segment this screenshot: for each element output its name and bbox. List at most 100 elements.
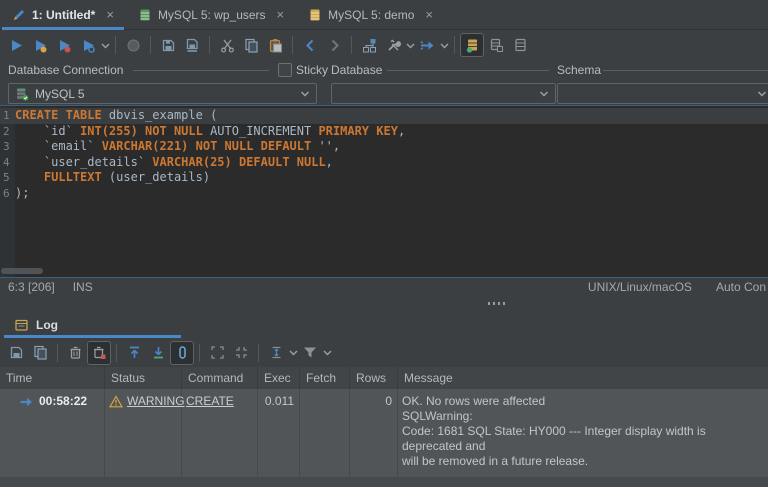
close-icon[interactable]: × bbox=[106, 7, 114, 22]
filter-button[interactable] bbox=[298, 341, 322, 365]
copy-button[interactable] bbox=[239, 33, 263, 57]
previous-button[interactable] bbox=[298, 33, 322, 57]
tools-button[interactable] bbox=[381, 33, 405, 57]
warning-icon bbox=[109, 395, 123, 408]
close-icon[interactable]: × bbox=[277, 7, 285, 22]
expand-cells-button[interactable] bbox=[205, 341, 229, 365]
code-line[interactable]: 1 CREATE TABLE dbvis_example ( bbox=[0, 108, 768, 124]
toolbar-separator bbox=[351, 36, 352, 54]
code-line[interactable]: 6); bbox=[0, 186, 768, 202]
code-segment: CREATE TABLE bbox=[15, 108, 102, 122]
editor-tab-bar: 1: Untitled* × MySQL 5: wp_users × MySQL… bbox=[0, 0, 768, 30]
code-line[interactable]: 4 `user_details` VARCHAR(25) DEFAULT NUL… bbox=[0, 155, 768, 171]
toolbar-separator bbox=[292, 36, 293, 54]
next-button[interactable] bbox=[322, 33, 346, 57]
tab-wp-users[interactable]: MySQL 5: wp_users × bbox=[126, 0, 296, 29]
execute-explain-button[interactable] bbox=[52, 33, 76, 57]
save-log-button[interactable] bbox=[4, 341, 28, 365]
close-icon[interactable]: × bbox=[425, 7, 433, 22]
redirect-output-button[interactable] bbox=[415, 33, 439, 57]
save-as-button[interactable] bbox=[180, 33, 204, 57]
line-number: 2 bbox=[3, 124, 10, 138]
clear-log-button[interactable] bbox=[63, 341, 87, 365]
chevron-down-icon[interactable] bbox=[440, 42, 449, 49]
tab-log[interactable]: Log bbox=[0, 311, 185, 338]
log-message-line: OK. No rows were affected bbox=[402, 394, 546, 408]
connection-select[interactable]: MySQL 5 bbox=[8, 83, 317, 104]
chevron-down-icon bbox=[539, 90, 549, 98]
tab-label: 1: Untitled* bbox=[32, 7, 96, 22]
copy-log-button[interactable] bbox=[28, 341, 52, 365]
column-header-fetch[interactable]: Fetch bbox=[300, 367, 350, 389]
tail-mode-toggle[interactable] bbox=[170, 340, 194, 365]
auto-commit-indicator[interactable]: Auto Con bbox=[716, 280, 766, 294]
chevron-down-icon bbox=[300, 90, 310, 98]
log-fetch-time bbox=[300, 389, 350, 477]
save-button[interactable] bbox=[156, 33, 180, 57]
log-status-link[interactable]: WARNING bbox=[127, 394, 185, 408]
pane-splitter[interactable] bbox=[0, 296, 768, 311]
code-segment: '', bbox=[311, 139, 341, 153]
execute-button[interactable] bbox=[4, 33, 28, 57]
execute-menu-button[interactable] bbox=[76, 33, 100, 57]
splitter-handle-icon[interactable] bbox=[488, 302, 505, 305]
code-line[interactable]: 3 `email` VARCHAR(221) NOT NULL DEFAULT … bbox=[0, 139, 768, 155]
chevron-down-icon[interactable] bbox=[323, 349, 332, 356]
connection-bar: Database Connection Sticky Database Sche… bbox=[0, 60, 768, 105]
code-segment: ); bbox=[15, 185, 30, 200]
column-header-exec[interactable]: Exec bbox=[258, 367, 300, 389]
log-message-cell: OK. No rows were affected SQLWarning: Code… bbox=[398, 389, 768, 477]
code-segment: INT(255) NOT NULL bbox=[80, 123, 203, 138]
column-header-time[interactable]: Time bbox=[0, 367, 105, 389]
sql-editor[interactable]: 1 CREATE TABLE dbvis_example (2 `id` INT(… bbox=[0, 105, 768, 278]
database-select[interactable] bbox=[331, 83, 556, 104]
code-line[interactable]: 2 `id` INT(255) NOT NULL AUTO_INCREMENT … bbox=[0, 124, 768, 140]
caret-position: 6:3 [206] bbox=[8, 280, 55, 294]
chevron-down-icon[interactable] bbox=[101, 42, 110, 49]
editor-code[interactable]: 1 CREATE TABLE dbvis_example (2 `id` INT(… bbox=[0, 108, 768, 201]
toolbar-separator bbox=[116, 343, 117, 362]
execute-current-button[interactable] bbox=[28, 33, 52, 57]
tab-untitled[interactable]: 1: Untitled* × bbox=[0, 0, 126, 30]
log-time: 00:58:22 bbox=[39, 394, 88, 408]
log-table-header: Time Status Command Exec Fetch Rows Mess… bbox=[0, 367, 768, 389]
column-header-command[interactable]: Command bbox=[182, 367, 258, 389]
clear-on-execute-toggle[interactable] bbox=[87, 340, 111, 365]
scroll-top-button[interactable] bbox=[122, 341, 146, 365]
log-tab-bar: Log bbox=[0, 311, 768, 338]
grid-button[interactable] bbox=[508, 33, 532, 57]
log-table-empty-area bbox=[0, 477, 768, 487]
code-segment: `user_details` bbox=[15, 154, 153, 169]
show-log-toggle-button[interactable] bbox=[460, 33, 484, 57]
code-line[interactable]: 5 FULLTEXT (user_details) bbox=[0, 170, 768, 186]
line-separator-indicator[interactable]: UNIX/Linux/macOS bbox=[588, 280, 692, 294]
toolbar-separator bbox=[258, 343, 259, 362]
main-toolbar bbox=[0, 30, 768, 60]
scroll-bottom-button[interactable] bbox=[146, 341, 170, 365]
chevron-down-icon[interactable] bbox=[406, 42, 415, 49]
database-connection-label: Database Connection bbox=[8, 63, 124, 77]
log-command-link[interactable]: CREATE bbox=[186, 394, 234, 408]
show-in-tree-button[interactable] bbox=[357, 33, 381, 57]
column-header-status[interactable]: Status bbox=[105, 367, 182, 389]
sticky-checkbox[interactable] bbox=[278, 63, 292, 77]
grid-save-button[interactable] bbox=[484, 33, 508, 57]
chevron-down-icon[interactable] bbox=[289, 349, 298, 356]
log-table-row[interactable]: 00:58:22 WARNING CREATE 0.011 0 OK. No r… bbox=[0, 389, 768, 477]
row-height-button[interactable] bbox=[264, 341, 288, 365]
toolbar-separator bbox=[57, 343, 58, 362]
scrollbar-thumb[interactable] bbox=[1, 268, 43, 274]
column-header-rows[interactable]: Rows bbox=[350, 367, 398, 389]
collapse-cells-button[interactable] bbox=[229, 341, 253, 365]
cut-button[interactable] bbox=[215, 33, 239, 57]
paste-button[interactable] bbox=[263, 33, 287, 57]
editor-status-bar: 6:3 [206] INS UNIX/Linux/macOS Auto Con bbox=[0, 278, 768, 296]
tab-demo[interactable]: MySQL 5: demo × bbox=[296, 0, 445, 29]
stop-button[interactable] bbox=[121, 33, 145, 57]
connection-value: MySQL 5 bbox=[35, 86, 85, 101]
code-segment: VARCHAR(25) DEFAULT NULL bbox=[152, 154, 326, 169]
horizontal-scrollbar[interactable] bbox=[0, 267, 768, 275]
schema-select[interactable] bbox=[557, 83, 768, 104]
line-number: 3 bbox=[3, 140, 10, 153]
column-header-message[interactable]: Message bbox=[398, 367, 768, 389]
